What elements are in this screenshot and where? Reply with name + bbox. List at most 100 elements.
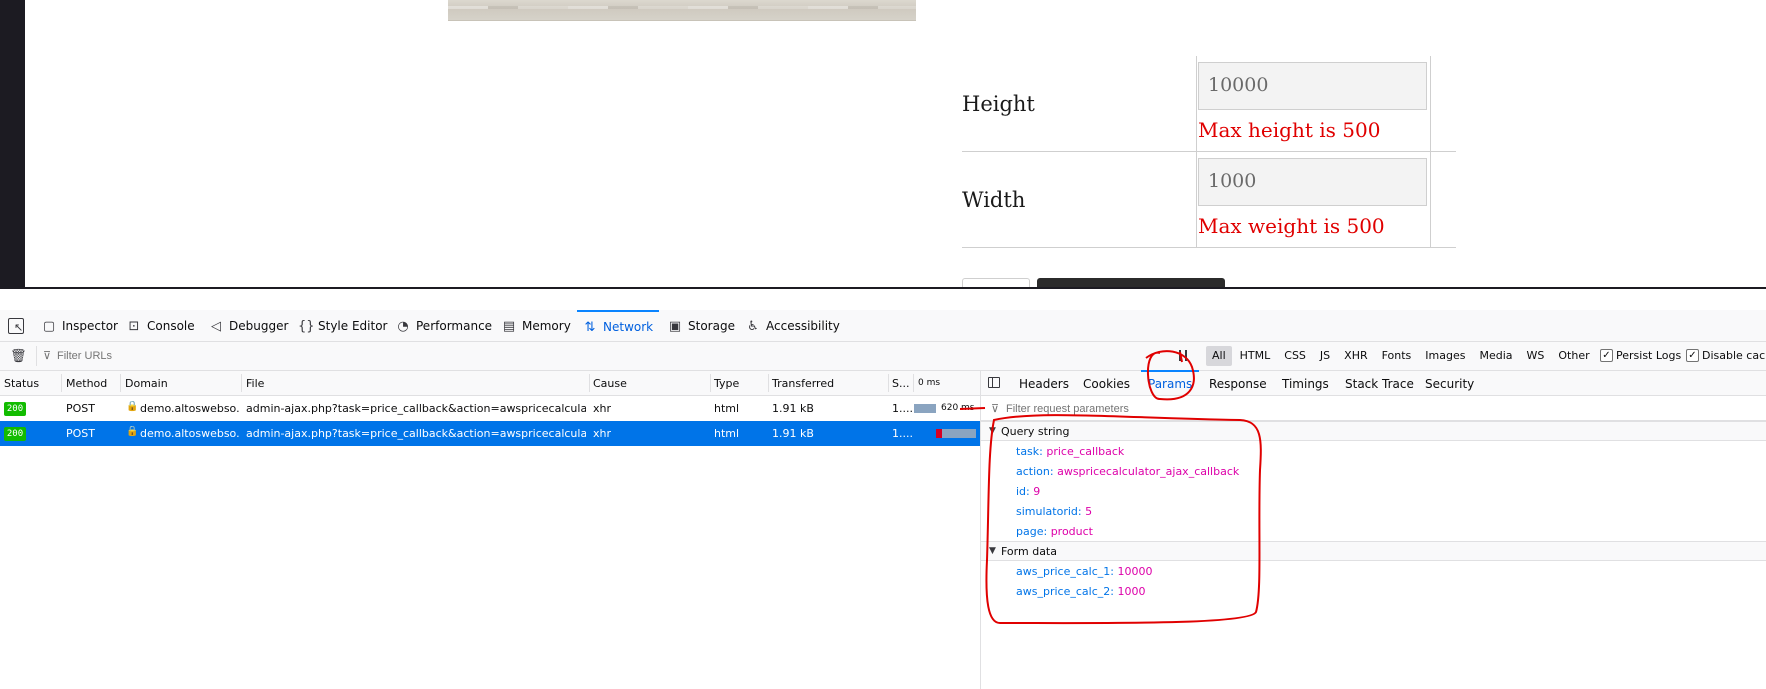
- filter-urls-input[interactable]: [36, 346, 1166, 366]
- column-size[interactable]: S...: [892, 377, 909, 390]
- memory-icon: ▤: [502, 318, 516, 334]
- tab-style-editor[interactable]: {} Style Editor: [298, 310, 387, 342]
- cause-cell: xhr: [593, 402, 612, 415]
- tab-performance[interactable]: ◔ Performance: [396, 310, 492, 342]
- filter-other[interactable]: Other: [1552, 346, 1595, 366]
- waterfall-bar: [914, 404, 936, 413]
- style-editor-icon: {}: [298, 318, 315, 334]
- storage-icon: ▣: [668, 318, 682, 334]
- tab-console[interactable]: ⊡ Console: [127, 310, 195, 342]
- debugger-icon: ◁: [211, 318, 221, 334]
- tab-network[interactable]: ⇅ Network: [577, 310, 660, 342]
- calculator-table: Height 10000 Max height is 500 Width 100…: [962, 56, 1456, 248]
- request-list-header: Status Method Domain File Cause Type Tra…: [0, 371, 980, 396]
- height-cell: 10000 Max height is 500: [1196, 56, 1431, 152]
- height-row: Height 10000 Max height is 500: [962, 56, 1456, 152]
- filter-icon: ⊽: [991, 402, 1000, 415]
- tab-stack-trace[interactable]: Stack Trace: [1345, 377, 1414, 391]
- type-cell: html: [714, 427, 740, 440]
- expand-triangle-icon: ▼: [989, 546, 996, 556]
- request-row-selected[interactable]: 200 POST 🔒 demo.altoswebso... admin-ajax…: [0, 421, 980, 446]
- web-page: [25, 0, 1766, 287]
- request-details-panel: Headers Cookies Params Response Timings …: [981, 370, 1766, 689]
- tab-accessibility[interactable]: ♿ Accessibility: [746, 310, 840, 342]
- tab-inspector[interactable]: ▢ Inspector: [42, 310, 118, 342]
- cause-cell: xhr: [593, 427, 612, 440]
- param-row: aws_price_calc_2: 1000: [1016, 585, 1146, 598]
- filter-fonts[interactable]: Fonts: [1376, 346, 1418, 366]
- disable-cache-checkbox[interactable]: ✓ Disable cach: [1686, 349, 1766, 362]
- param-row: aws_price_calc_1: 10000: [1016, 565, 1153, 578]
- filter-media[interactable]: Media: [1473, 346, 1518, 366]
- lock-icon: 🔒: [126, 426, 139, 437]
- param-row: simulatorid: 5: [1016, 505, 1093, 518]
- add-to-cart-button[interactable]: [1037, 278, 1225, 287]
- column-transferred[interactable]: Transferred: [772, 377, 834, 390]
- tab-headers[interactable]: Headers: [1019, 377, 1069, 391]
- request-type-filters: All HTML CSS JS XHR Fonts Images Media W…: [1206, 346, 1596, 366]
- method-cell: POST: [66, 427, 95, 440]
- tab-memory[interactable]: ▤ Memory: [502, 310, 571, 342]
- width-row: Width 1000 Max weight is 500: [962, 152, 1456, 248]
- type-cell: html: [714, 402, 740, 415]
- filter-xhr[interactable]: XHR: [1338, 346, 1373, 366]
- domain-cell: demo.altoswebso...: [140, 427, 240, 440]
- tab-debugger[interactable]: ◁ Debugger: [209, 310, 288, 342]
- form-data-header[interactable]: ▼ Form data: [981, 541, 1766, 561]
- param-row: page: product: [1016, 525, 1093, 538]
- filter-js[interactable]: JS: [1314, 346, 1336, 366]
- file-cell: admin-ajax.php?task=price_callback&actio…: [246, 402, 586, 415]
- height-error: Max height is 500: [1198, 118, 1381, 142]
- checkmark-icon: ✓: [1686, 349, 1699, 362]
- params-filter: ⊽: [981, 396, 1766, 421]
- width-cell: 1000 Max weight is 500: [1196, 152, 1431, 248]
- filter-ws[interactable]: WS: [1521, 346, 1551, 366]
- element-picker-icon[interactable]: [8, 318, 24, 334]
- height-label: Height: [962, 92, 1035, 116]
- param-row: task: price_callback: [1016, 445, 1125, 458]
- tab-storage[interactable]: ▣ Storage: [668, 310, 735, 342]
- param-row: action: awspricecalculator_ajax_callback: [1016, 465, 1240, 478]
- filter-css[interactable]: CSS: [1278, 346, 1312, 366]
- domain-cell: demo.altoswebso...: [140, 402, 240, 415]
- filter-params-input[interactable]: [1006, 400, 1506, 417]
- timing-label: 620 ms: [941, 403, 975, 413]
- status-badge: 200: [4, 402, 26, 416]
- expand-triangle-icon: ▼: [989, 426, 996, 436]
- trash-icon[interactable]: 🗑: [10, 349, 27, 364]
- tab-security[interactable]: Security: [1425, 377, 1474, 391]
- param-row: id: 9: [1016, 485, 1041, 498]
- column-file[interactable]: File: [246, 377, 264, 390]
- column-cause[interactable]: Cause: [593, 377, 627, 390]
- width-error: Max weight is 500: [1198, 214, 1385, 238]
- tab-params[interactable]: Params: [1140, 370, 1200, 391]
- file-cell: admin-ajax.php?task=price_callback&actio…: [246, 427, 586, 440]
- query-string-header[interactable]: ▼ Query string: [981, 421, 1766, 441]
- filter-images[interactable]: Images: [1419, 346, 1471, 366]
- tab-timings[interactable]: Timings: [1282, 377, 1329, 391]
- toggle-panel-icon[interactable]: [988, 377, 1000, 388]
- column-waterfall[interactable]: 0 ms: [918, 378, 940, 388]
- method-cell: POST: [66, 402, 95, 415]
- quantity-button[interactable]: [962, 278, 1030, 287]
- accessibility-icon: ♿: [747, 318, 759, 334]
- persist-logs-checkbox[interactable]: ✓ Persist Logs: [1600, 349, 1681, 362]
- network-filter-bar: 🗑 ⊽ All HTML CSS JS XHR Fonts Images Med…: [0, 342, 1766, 371]
- transferred-cell: 1.91 kB: [772, 427, 814, 440]
- transferred-cell: 1.91 kB: [772, 402, 814, 415]
- filter-html[interactable]: HTML: [1234, 346, 1277, 366]
- column-status[interactable]: Status: [4, 377, 39, 390]
- width-input[interactable]: 1000: [1198, 158, 1427, 206]
- column-method[interactable]: Method: [66, 377, 107, 390]
- performance-icon: ◔: [397, 318, 409, 334]
- lock-icon: 🔒: [126, 401, 139, 412]
- pause-icon[interactable]: [1179, 350, 1187, 361]
- tab-cookies[interactable]: Cookies: [1083, 377, 1130, 391]
- column-type[interactable]: Type: [714, 377, 739, 390]
- product-image: [448, 0, 916, 21]
- request-row[interactable]: 200 POST 🔒 demo.altoswebso... admin-ajax…: [0, 396, 980, 421]
- height-input[interactable]: 10000: [1198, 62, 1427, 110]
- column-domain[interactable]: Domain: [125, 377, 168, 390]
- filter-all[interactable]: All: [1206, 346, 1232, 366]
- tab-response[interactable]: Response: [1209, 377, 1267, 391]
